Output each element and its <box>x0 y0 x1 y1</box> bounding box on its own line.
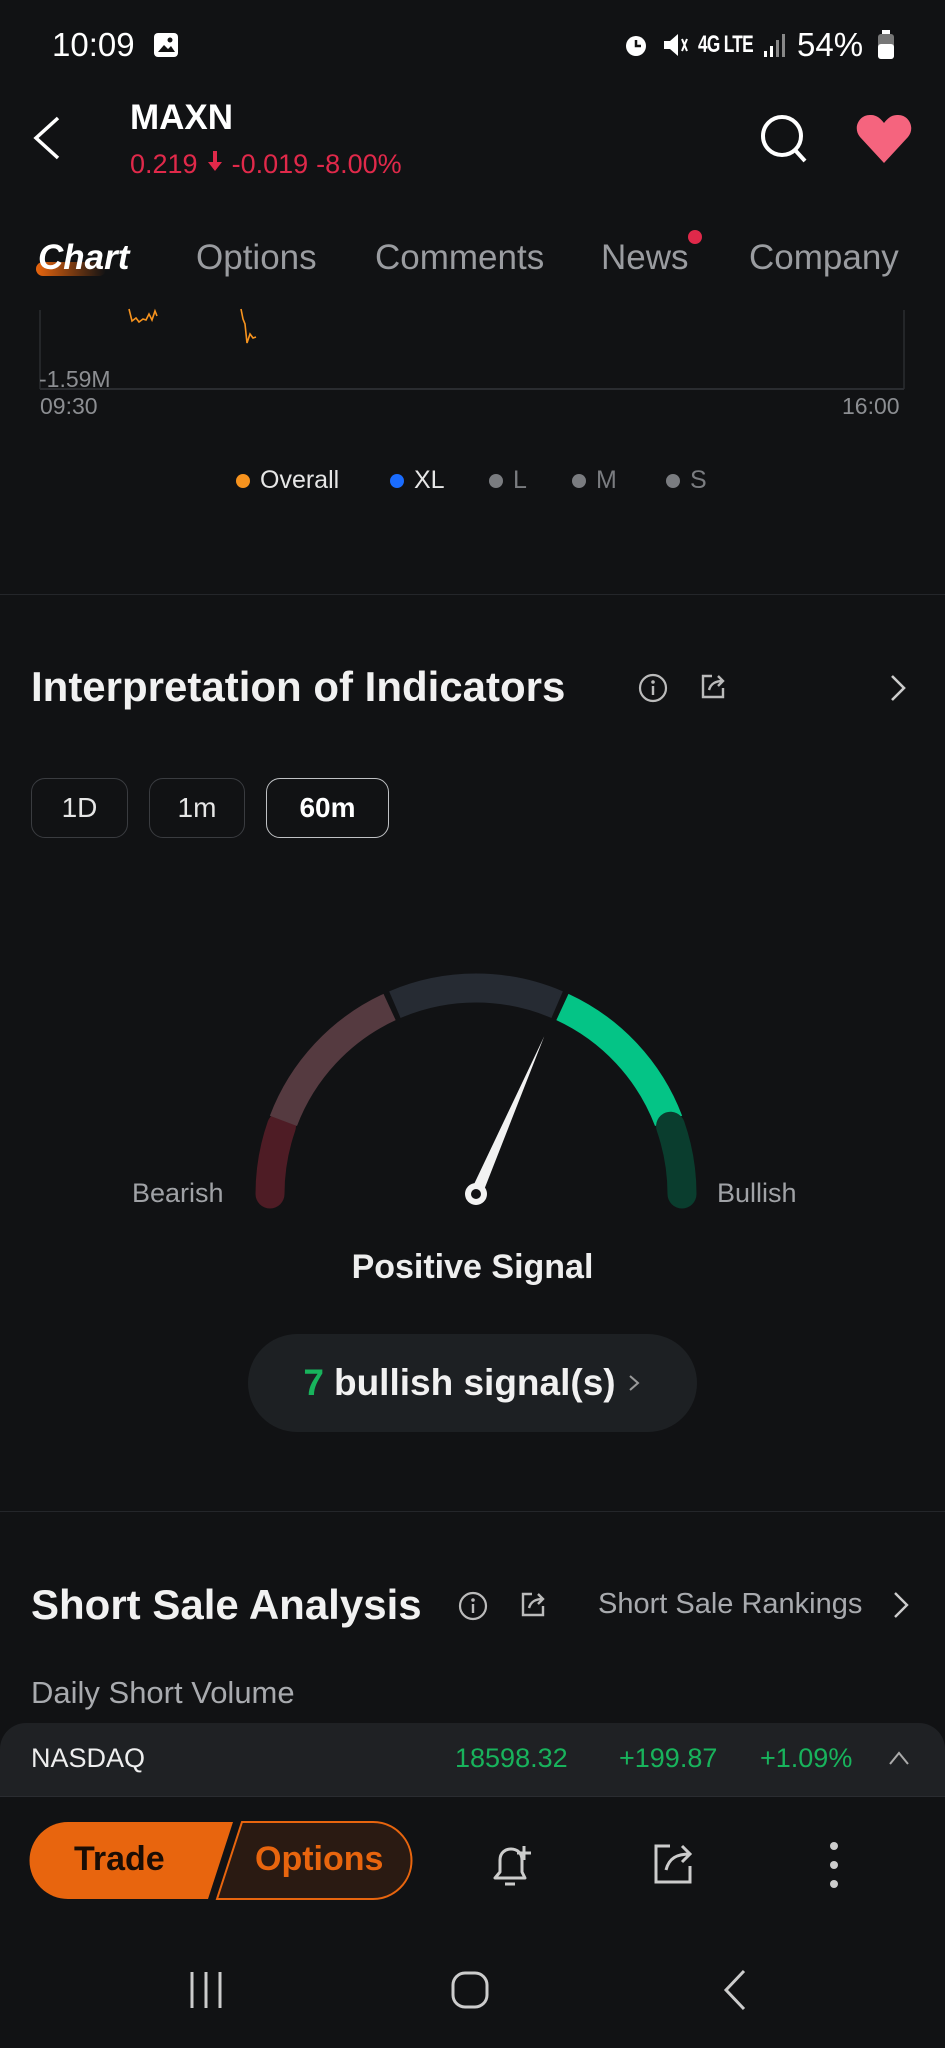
bullish-label: bullish signal(s) <box>333 1362 616 1403</box>
search-icon[interactable] <box>758 112 810 166</box>
system-back-button[interactable] <box>720 1968 750 2012</box>
price: 0.219 <box>130 149 198 179</box>
gauge-segment-neutral <box>389 973 563 1019</box>
overall-series-line <box>128 308 158 324</box>
alarm-icon <box>622 30 650 60</box>
x-tick-end: 16:00 <box>842 393 900 419</box>
daily-short-volume-label: Daily Short Volume <box>31 1675 295 1710</box>
network-indicator: 4G LTE <box>698 31 754 58</box>
indicators-title: Interpretation of Indicators <box>31 663 566 710</box>
options-button[interactable]: Options <box>255 1840 383 1879</box>
price-row: 0.219 -0.019 -8.00% <box>130 149 402 180</box>
short-sale-title: Short Sale Analysis <box>31 1581 422 1628</box>
tab-chart[interactable]: Chart <box>38 238 129 278</box>
legend-label: Overall <box>260 466 340 494</box>
index-change: +199.87 <box>619 1743 718 1773</box>
mute-icon <box>661 30 689 60</box>
legend-xl[interactable]: XL <box>390 466 445 495</box>
legend-dot <box>666 473 680 488</box>
section-divider <box>0 594 945 595</box>
bullish-signals-button[interactable]: 7 bullish signal(s) <box>248 1334 697 1432</box>
legend-s[interactable]: S <box>666 466 707 495</box>
gauge-segment-bullish-weak <box>556 993 683 1127</box>
legend-overall[interactable]: Overall <box>236 466 339 495</box>
period-1m-button[interactable]: 1m <box>149 778 245 838</box>
gauge-segment-bullish-strong <box>656 1111 697 1209</box>
legend-label: M <box>596 466 617 494</box>
news-badge <box>688 230 702 244</box>
chart-plot <box>39 308 905 390</box>
legend-dot <box>489 473 503 488</box>
section-divider <box>0 1511 945 1512</box>
battery-percent: 54% <box>797 26 864 63</box>
chevron-right-icon[interactable] <box>888 673 908 703</box>
legend-label: L <box>513 466 527 494</box>
chevron-right-icon[interactable] <box>892 1590 910 1620</box>
signal-icon <box>762 32 788 58</box>
gallery-icon <box>152 31 180 59</box>
legend-label: S <box>690 466 707 494</box>
signal-label: Positive Signal <box>351 1248 594 1286</box>
gauge-bullish-label: Bullish <box>717 1178 797 1208</box>
index-name: NASDAQ <box>31 1743 146 1773</box>
overall-series-line-2 <box>240 308 257 344</box>
tab-news[interactable]: News <box>601 238 689 278</box>
chevron-up-icon[interactable] <box>888 1750 910 1766</box>
x-tick-start: 09:30 <box>40 393 98 419</box>
gauge-needle <box>470 1036 545 1197</box>
share-icon[interactable] <box>698 671 728 701</box>
more-options-icon[interactable] <box>826 1840 842 1890</box>
arrow-down-icon <box>206 149 224 180</box>
gauge-bearish-label: Bearish <box>132 1178 224 1208</box>
index-change-pct: +1.09% <box>760 1743 853 1773</box>
favorite-heart-icon[interactable] <box>855 113 913 165</box>
legend-dot <box>572 473 586 488</box>
period-1d-button[interactable]: 1D <box>31 778 128 838</box>
share-icon[interactable] <box>650 1840 696 1886</box>
gauge-segment-bearish-strong <box>255 1111 296 1209</box>
index-value: 18598.32 <box>455 1743 568 1773</box>
legend-l[interactable]: L <box>489 466 527 495</box>
back-button[interactable] <box>28 114 68 162</box>
tab-company[interactable]: Company <box>749 238 899 278</box>
bar-divider <box>0 1796 945 1797</box>
home-button[interactable] <box>450 1970 490 2010</box>
status-time: 10:09 <box>52 26 135 63</box>
short-sale-rankings-link[interactable]: Short Sale Rankings <box>598 1588 862 1621</box>
add-alert-bell-icon[interactable] <box>487 1840 537 1890</box>
legend-label: XL <box>414 466 445 494</box>
battery-icon <box>877 30 895 60</box>
trade-button[interactable]: Trade <box>74 1840 165 1879</box>
tab-options[interactable]: Options <box>196 238 317 278</box>
gauge-segment-bearish-weak <box>269 993 396 1127</box>
price-change: -0.019 <box>231 149 309 179</box>
tab-comments[interactable]: Comments <box>375 238 544 278</box>
y-tick-label: -1.59M <box>39 366 111 392</box>
period-60m-button[interactable]: 60m <box>266 778 389 838</box>
gauge-needle-hole <box>471 1189 481 1199</box>
price-change-pct: -8.00% <box>316 149 402 179</box>
legend-dot <box>236 473 250 488</box>
info-icon[interactable] <box>457 1590 489 1622</box>
bullish-count: 7 <box>303 1362 324 1403</box>
stock-symbol: MAXN <box>130 98 234 137</box>
recent-apps-button[interactable] <box>187 1970 225 2010</box>
legend-dot <box>390 473 404 488</box>
info-icon[interactable] <box>637 672 669 704</box>
chevron-right-icon <box>626 1362 642 1404</box>
legend-m[interactable]: M <box>572 466 617 495</box>
share-icon[interactable] <box>518 1589 548 1619</box>
